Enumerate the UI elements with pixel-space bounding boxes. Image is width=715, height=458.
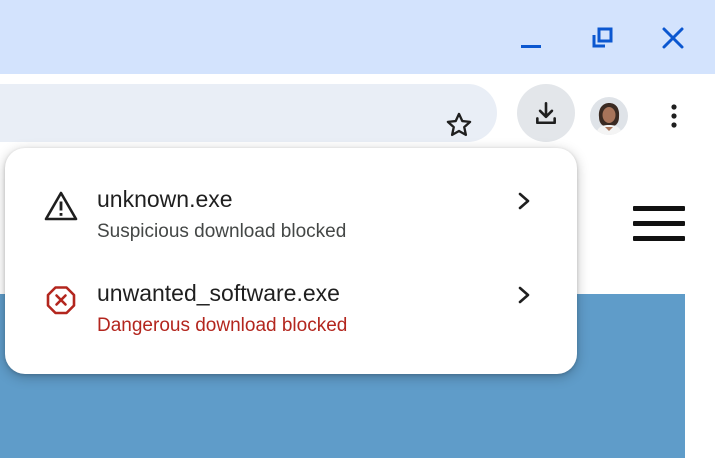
downloads-bubble: unknown.exe Suspicious download blocked … [5,148,577,374]
bookmark-star-icon [446,112,472,137]
close-icon [662,27,684,49]
profile-avatar[interactable] [590,97,628,135]
hamburger-menu-icon[interactable] [630,204,688,244]
close-button[interactable] [653,20,693,56]
restore-icon [592,27,613,48]
download-icon [536,101,556,125]
download-filename: unknown.exe [97,186,233,212]
dangerous-octagon-icon [46,286,76,315]
page-margin [685,294,715,458]
bookmark-button[interactable] [440,106,478,144]
more-menu-button[interactable] [660,96,688,136]
download-item-unwanted-software[interactable]: unwanted_software.exe Dangerous download… [5,260,577,354]
restore-button[interactable] [582,20,622,56]
download-status: Suspicious download blocked [97,221,347,242]
download-status: Dangerous download blocked [97,315,348,336]
downloads-button[interactable] [517,84,575,142]
address-bar[interactable] [0,84,497,142]
profile-photo [590,97,628,135]
minimize-button[interactable] [511,20,551,56]
more-vert-icon [671,104,677,128]
minimize-icon [521,45,541,48]
browser-toolbar [0,74,715,154]
chevron-right-icon [518,286,530,304]
download-item-unknown[interactable]: unknown.exe Suspicious download blocked [5,166,577,260]
warning-triangle-icon [44,191,78,221]
chevron-right-icon [518,192,530,210]
browser-title-bar [0,0,715,74]
download-filename: unwanted_software.exe [97,280,340,306]
